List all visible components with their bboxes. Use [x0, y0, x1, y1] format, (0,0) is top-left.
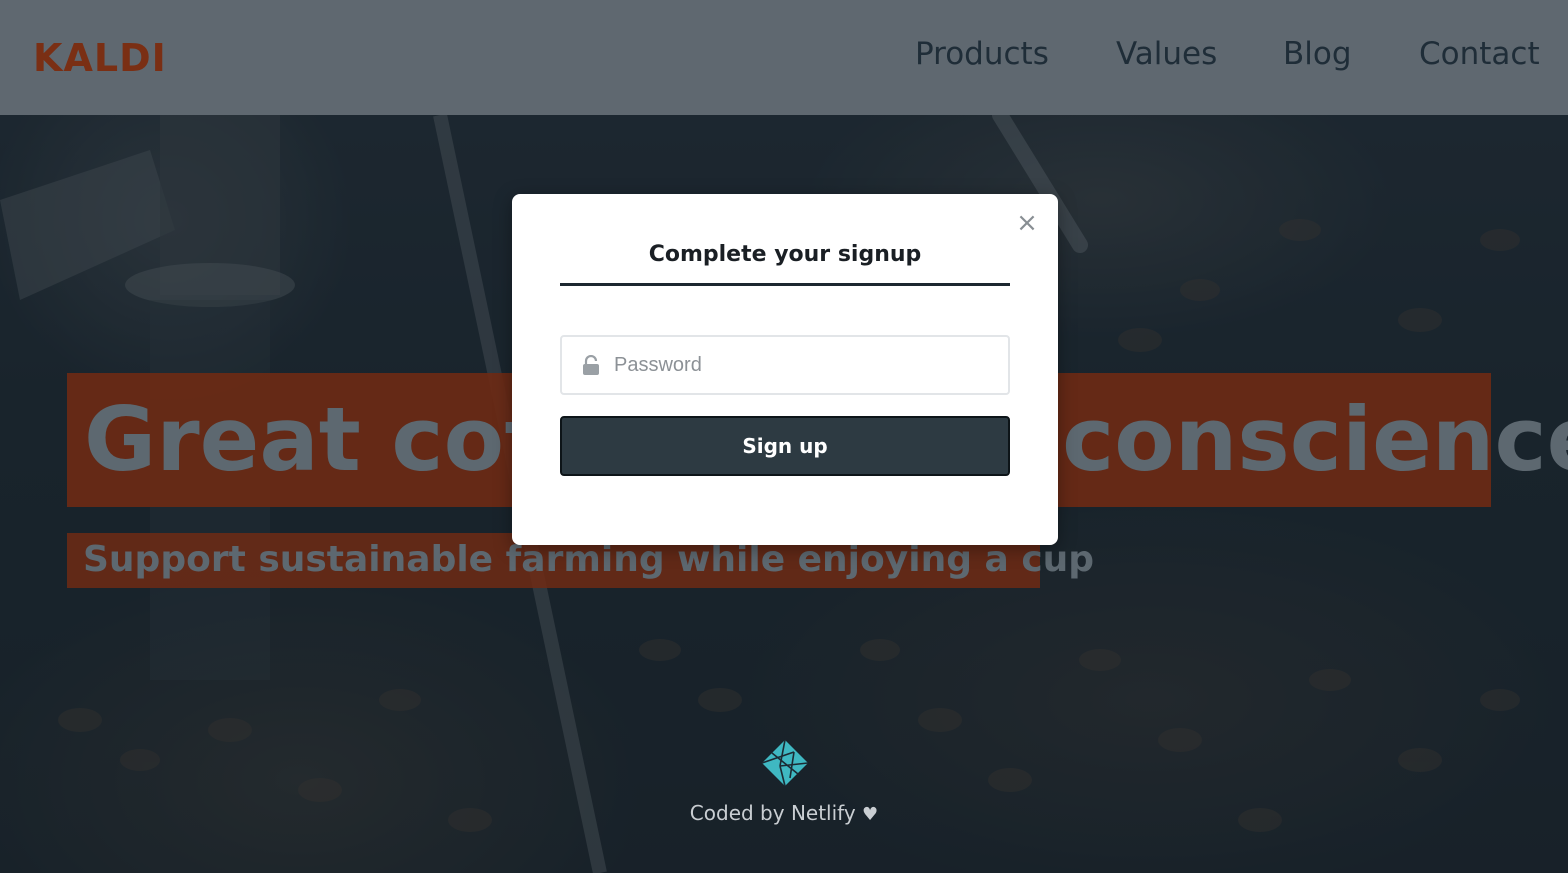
password-input[interactable] — [614, 337, 994, 393]
heart-icon: ♥ — [862, 804, 879, 825]
nav-item-products[interactable]: Products — [915, 36, 1049, 72]
nav-item-blog[interactable]: Blog — [1283, 36, 1352, 72]
footer-credit-text[interactable]: Coded by Netlify — [690, 801, 856, 825]
footer-credit: Coded by Netlify ♥ — [0, 801, 1568, 825]
sign-up-button[interactable]: Sign up — [560, 416, 1010, 476]
lock-icon — [583, 355, 599, 375]
navbar: KALDI Products Values Blog Contact — [0, 0, 1568, 115]
password-field[interactable] — [560, 335, 1010, 395]
signup-modal: × Complete your signup Sign up — [512, 194, 1058, 545]
page: Great coffee with a conscience Support s… — [0, 0, 1568, 873]
nav-item-contact[interactable]: Contact — [1419, 36, 1540, 72]
nav-item-values[interactable]: Values — [1116, 36, 1217, 72]
close-icon[interactable]: × — [1014, 210, 1040, 236]
netlify-logo-icon[interactable] — [760, 738, 810, 788]
site-logo[interactable]: KALDI — [33, 36, 167, 80]
modal-title: Complete your signup — [648, 242, 922, 267]
modal-title-underline — [560, 283, 1010, 286]
